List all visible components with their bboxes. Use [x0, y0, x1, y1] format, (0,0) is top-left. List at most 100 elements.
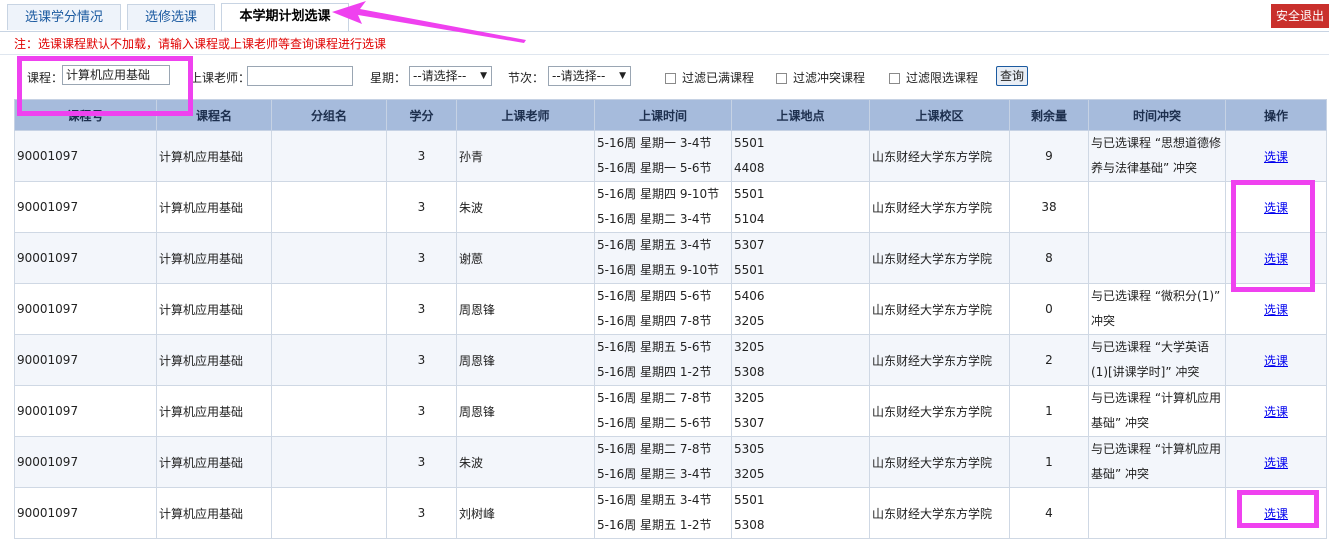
- room-line: 5406: [734, 289, 765, 303]
- cell-time: 5-16周 星期四 9-10节 5-16周 星期二 3-4节: [594, 181, 732, 233]
- cell-time: 5-16周 星期五 3-4节 5-16周 星期五 1-2节: [594, 487, 732, 539]
- cell-course-name: 计算机应用基础: [156, 181, 272, 233]
- table-row: 90001097 计算机应用基础 3 刘树峰 5-16周 星期五 3-4节 5-1…: [14, 487, 1327, 539]
- cell-group: [271, 487, 387, 539]
- header-credit: 学分: [386, 99, 457, 131]
- cell-action: 选课: [1225, 436, 1327, 488]
- cell-credit: 3: [386, 283, 457, 335]
- time-line: 5-16周 星期二 7-8节: [597, 391, 712, 405]
- select-course-link[interactable]: 选课: [1264, 303, 1288, 317]
- course-input[interactable]: 计算机应用基础: [62, 65, 170, 85]
- cell-group: [271, 436, 387, 488]
- cell-group: [271, 181, 387, 233]
- cell-group: [271, 232, 387, 284]
- table-row: 90001097 计算机应用基础 3 谢蒽 5-16周 星期五 3-4节 5-16…: [14, 232, 1327, 284]
- cell-course-name: 计算机应用基础: [156, 487, 272, 539]
- cell-course-id: 90001097: [14, 130, 157, 182]
- filter-limited-checkbox[interactable]: [889, 73, 900, 84]
- header-campus: 上课校区: [869, 99, 1010, 131]
- time-line: 5-16周 星期四 9-10节: [597, 187, 720, 201]
- chevron-down-icon: ▼: [619, 71, 626, 81]
- room-line: 5501: [734, 187, 765, 201]
- table-row: 90001097 计算机应用基础 3 周恩锋 5-16周 星期四 5-6节 5-1…: [14, 283, 1327, 335]
- period-select-value: --请选择--: [552, 69, 606, 83]
- cell-campus: 山东财经大学东方学院: [869, 232, 1010, 284]
- filter-full-checkbox[interactable]: [665, 73, 676, 84]
- cell-room: 5307 5501: [731, 232, 870, 284]
- time-line: 5-16周 星期五 3-4节: [597, 493, 712, 507]
- room-line: 5308: [734, 365, 765, 379]
- cell-course-id: 90001097: [14, 334, 157, 386]
- cell-credit: 3: [386, 487, 457, 539]
- cell-action: 选课: [1225, 283, 1327, 335]
- cell-campus: 山东财经大学东方学院: [869, 334, 1010, 386]
- cell-teacher: 谢蒽: [456, 232, 595, 284]
- cell-campus: 山东财经大学东方学院: [869, 283, 1010, 335]
- weekday-select-value: --请选择--: [413, 69, 467, 83]
- cell-room: 5501 5104: [731, 181, 870, 233]
- cell-teacher: 周恩锋: [456, 385, 595, 437]
- tab-planned-course[interactable]: 本学期计划选课: [221, 3, 349, 31]
- select-course-link[interactable]: 选课: [1264, 405, 1288, 419]
- room-line: 5501: [734, 263, 765, 277]
- weekday-select[interactable]: --请选择-- ▼: [409, 66, 492, 86]
- room-line: 5307: [734, 238, 765, 252]
- teacher-input[interactable]: [247, 66, 353, 86]
- header-action: 操作: [1225, 99, 1327, 131]
- time-line: 5-16周 星期三 3-4节: [597, 467, 712, 481]
- divider: [0, 54, 1329, 55]
- cell-room: 5406 3205: [731, 283, 870, 335]
- cell-time: 5-16周 星期二 7-8节 5-16周 星期三 3-4节: [594, 436, 732, 488]
- cell-action: 选课: [1225, 334, 1327, 386]
- filter-full-label: 过滤已满课程: [682, 71, 755, 85]
- select-course-link[interactable]: 选课: [1264, 456, 1288, 470]
- tab-credit-status[interactable]: 选课学分情况: [7, 4, 121, 30]
- select-course-link[interactable]: 选课: [1264, 201, 1288, 215]
- cell-course-name: 计算机应用基础: [156, 334, 272, 386]
- cell-course-name: 计算机应用基础: [156, 283, 272, 335]
- logout-button[interactable]: 安全退出: [1271, 4, 1329, 28]
- weekday-label: 星期：: [370, 71, 407, 85]
- cell-room: 5501 5308: [731, 487, 870, 539]
- cell-teacher: 朱波: [456, 436, 595, 488]
- filter-conflict-checkbox[interactable]: [776, 73, 787, 84]
- header-course-id: 课程号: [14, 99, 157, 131]
- room-line: 5501: [734, 136, 765, 150]
- cell-course-id: 90001097: [14, 436, 157, 488]
- header-course-name: 课程名: [156, 99, 272, 131]
- select-course-link[interactable]: 选课: [1264, 507, 1288, 521]
- time-line: 5-16周 星期五 9-10节: [597, 263, 720, 277]
- header-time: 上课时间: [594, 99, 732, 131]
- cell-action: 选课: [1225, 130, 1327, 182]
- room-line: 3205: [734, 314, 765, 328]
- cell-time: 5-16周 星期五 5-6节 5-16周 星期四 1-2节: [594, 334, 732, 386]
- select-course-link[interactable]: 选课: [1264, 150, 1288, 164]
- cell-room: 3205 5308: [731, 334, 870, 386]
- query-button[interactable]: 查询: [996, 66, 1029, 86]
- cell-remaining: 1: [1009, 436, 1089, 488]
- time-line: 5-16周 星期一 3-4节: [597, 136, 712, 150]
- table-header-row: 课程号 课程名 分组名 学分 上课老师 上课时间 上课地点 上课校区 剩余量 时…: [14, 99, 1327, 131]
- cell-room: 3205 5307: [731, 385, 870, 437]
- tab-bar: 选课学分情况 选修选课 本学期计划选课 安全退出: [0, 0, 1329, 32]
- tab-elective[interactable]: 选修选课: [127, 4, 215, 30]
- cell-course-name: 计算机应用基础: [156, 385, 272, 437]
- cell-group: [271, 334, 387, 386]
- time-line: 5-16周 星期四 5-6节: [597, 289, 712, 303]
- time-line: 5-16周 星期二 5-6节: [597, 416, 712, 430]
- cell-campus: 山东财经大学东方学院: [869, 487, 1010, 539]
- room-line: 4408: [734, 161, 765, 175]
- room-line: 5104: [734, 212, 765, 226]
- room-line: 5307: [734, 416, 765, 430]
- cell-teacher: 刘树峰: [456, 487, 595, 539]
- cell-course-id: 90001097: [14, 181, 157, 233]
- table-row: 90001097 计算机应用基础 3 朱波 5-16周 星期四 9-10节 5-1…: [14, 181, 1327, 233]
- header-conflict: 时间冲突: [1088, 99, 1226, 131]
- period-select[interactable]: --请选择-- ▼: [548, 66, 631, 86]
- cell-conflict: 与已选课程 “计算机应用基础” 冲突: [1088, 436, 1226, 488]
- select-course-link[interactable]: 选课: [1264, 354, 1288, 368]
- select-course-link[interactable]: 选课: [1264, 252, 1288, 266]
- cell-action: 选课: [1225, 232, 1327, 284]
- cell-course-name: 计算机应用基础: [156, 232, 272, 284]
- room-line: 5305: [734, 442, 765, 456]
